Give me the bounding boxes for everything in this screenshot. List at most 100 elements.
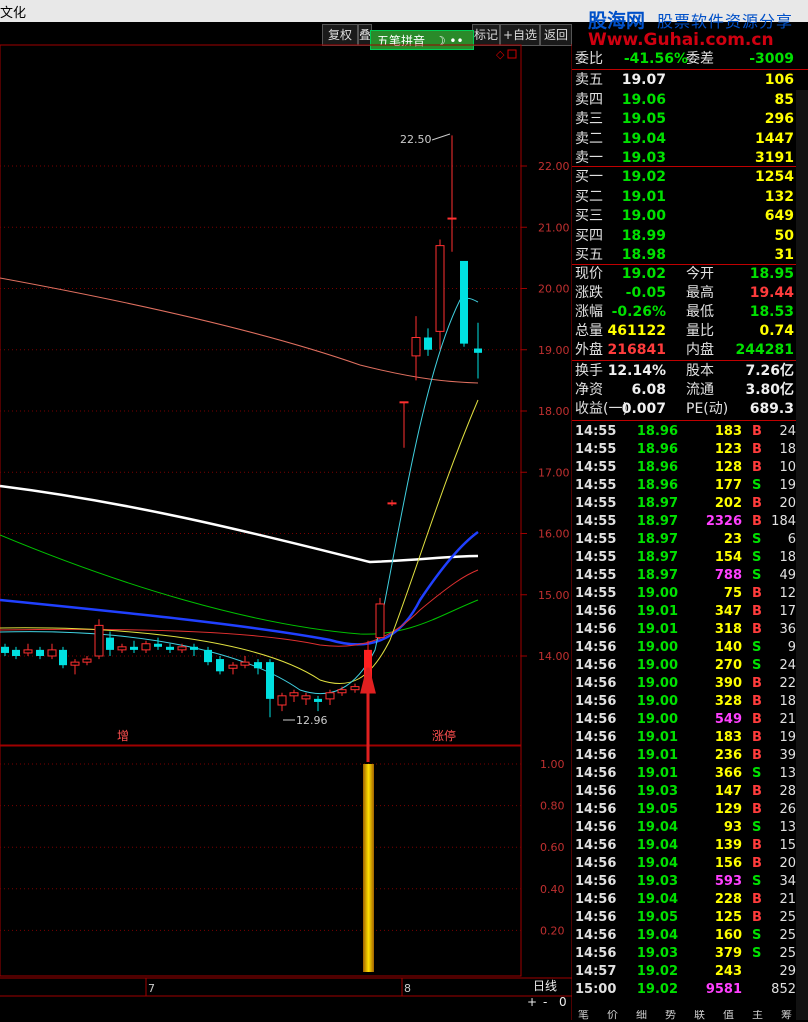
tick-row[interactable]: 14:56 19.01 236 B 39 — [572, 747, 808, 765]
fundamental-value: 6.08 — [631, 382, 666, 398]
tick-row[interactable]: 14:56 19.00 328 B 18 — [572, 693, 808, 711]
tick-row[interactable]: 14:55 18.96 177 S 19 — [572, 477, 808, 495]
tick-count: 39 — [779, 748, 796, 763]
ask-volume: 106 — [764, 72, 794, 88]
tick-row[interactable]: 14:56 19.01 183 B 19 — [572, 729, 808, 747]
tick-time: 14:56 — [575, 604, 617, 619]
event-label-limitup: 涨停 — [432, 728, 456, 743]
ma-10-line — [0, 399, 479, 685]
bid-volume: 649 — [764, 208, 794, 224]
tick-row[interactable]: 14:55 18.96 128 B 10 — [572, 459, 808, 477]
tick-time: 14:57 — [575, 964, 617, 979]
tick-time: 14:56 — [575, 838, 617, 853]
x-label-8: 8 — [404, 982, 411, 995]
tick-row[interactable]: 14:56 19.04 139 B 15 — [572, 837, 808, 855]
bid-price: 18.98 — [621, 247, 666, 263]
tick-row[interactable]: 14:56 19.03 147 B 28 — [572, 783, 808, 801]
tick-row[interactable]: 14:55 19.00 75 B 12 — [572, 585, 808, 603]
bid-label: 买二 — [575, 188, 603, 205]
tick-side: B — [752, 784, 762, 799]
tick-row[interactable]: 14:55 18.97 788 S 49 — [572, 567, 808, 585]
zoom-out-button[interactable]: - — [543, 995, 547, 1009]
tick-row[interactable]: 14:55 18.96 123 B 18 — [572, 441, 808, 459]
quote-label: 涨跌 — [575, 285, 603, 301]
mark-button[interactable]: 标记 — [472, 24, 500, 46]
tick-row[interactable]: 14:56 19.05 129 B 26 — [572, 801, 808, 819]
candle-body — [337, 689, 347, 694]
tick-row[interactable]: 14:55 18.97 2326 B 184 — [572, 513, 808, 531]
tick-volume: 154 — [714, 550, 742, 565]
bid-row[interactable]: 买二 19.01 132 — [572, 188, 808, 207]
ask-row[interactable]: 卖四 19.06 85 — [572, 91, 808, 110]
candle-body — [350, 686, 360, 691]
tick-row[interactable]: 14:55 18.96 183 B 24 — [572, 423, 808, 441]
ask-price: 19.04 — [621, 130, 666, 147]
zoom-in-button[interactable]: + — [527, 995, 537, 1009]
bid-row[interactable]: 买四 18.99 50 — [572, 227, 808, 246]
ask-row[interactable]: 卖二 19.04 1447 — [572, 130, 808, 149]
right-scroll-edge[interactable] — [796, 90, 808, 1020]
tick-row[interactable]: 14:56 19.00 270 S 24 — [572, 657, 808, 675]
tick-row[interactable]: 14:56 19.04 156 B 20 — [572, 855, 808, 873]
tick-row[interactable]: 14:56 19.01 366 S 13 — [572, 765, 808, 783]
price-axis-label: 14.00 — [538, 650, 570, 663]
tick-row[interactable]: 14:57 19.02 243 29 — [572, 963, 808, 981]
ask-row[interactable]: 卖三 19.05 296 — [572, 110, 808, 129]
tick-side: S — [752, 820, 762, 835]
tick-time: 14:56 — [575, 676, 617, 691]
tick-count: 18 — [779, 694, 796, 709]
bottom-tabs[interactable]: 笔价细势联值主筹 — [572, 1010, 808, 1022]
ask-volume: 296 — [764, 111, 794, 127]
tick-row[interactable]: 14:56 19.01 347 B 17 — [572, 603, 808, 621]
bid-row[interactable]: 买五 18.98 31 — [572, 246, 808, 265]
tick-row[interactable]: 14:56 19.05 125 B 25 — [572, 909, 808, 927]
tick-row[interactable]: 14:56 19.00 140 S 9 — [572, 639, 808, 657]
watermark-slogan: 股票软件资源分享 — [657, 12, 794, 31]
zoom-reset-button[interactable]: 0 — [559, 995, 567, 1009]
tick-price: 18.97 — [636, 496, 678, 511]
tick-row[interactable]: 14:55 18.97 154 S 18 — [572, 549, 808, 567]
tick-row[interactable]: 14:56 19.03 593 S 34 — [572, 873, 808, 891]
add-favorite-button[interactable]: +自选 — [500, 24, 540, 46]
tick-side: B — [752, 802, 762, 817]
tick-row[interactable]: 14:56 19.04 93 S 13 — [572, 819, 808, 837]
tick-row[interactable]: 14:56 19.03 379 S 25 — [572, 945, 808, 963]
kline-chart[interactable]: ◇ 22.00 21.00 20.00 19.00 18.00 17.00 16.00 15.… — [0, 44, 572, 1020]
candle-body — [240, 661, 250, 666]
tick-row[interactable]: 15:00 19.02 9581 852 — [572, 981, 808, 999]
candle-body — [460, 260, 468, 344]
bottom-tab[interactable]: 联 — [694, 1010, 705, 1020]
tick-row[interactable]: 14:56 19.01 318 B 36 — [572, 621, 808, 639]
separator — [572, 69, 808, 70]
bottom-tab[interactable]: 价 — [607, 1010, 618, 1020]
bid-row[interactable]: 买一 19.02 1254 — [572, 168, 808, 187]
tick-volume: 125 — [714, 910, 742, 925]
bottom-tab[interactable]: 筹 — [781, 1010, 792, 1020]
fuquan-button[interactable]: 复权 — [322, 24, 358, 46]
tick-time: 14:56 — [575, 622, 617, 637]
bottom-tab[interactable]: 势 — [665, 1010, 676, 1020]
watermark-url: Www.Guhai.com.cn — [588, 30, 774, 50]
bid-row[interactable]: 买三 19.00 649 — [572, 207, 808, 226]
bottom-tab[interactable]: 值 — [723, 1010, 734, 1020]
tick-side: B — [752, 676, 762, 691]
tick-volume: 366 — [714, 766, 742, 781]
tick-row[interactable]: 14:56 19.00 390 B 22 — [572, 675, 808, 693]
back-button[interactable]: 返回 — [540, 24, 572, 46]
tick-side: B — [752, 442, 762, 457]
fundamental-value-2: 7.26亿 — [745, 363, 794, 379]
tick-row[interactable]: 14:56 19.04 160 S 25 — [572, 927, 808, 945]
ask-row[interactable]: 卖五 19.07 106 — [572, 71, 808, 90]
bottom-tab[interactable]: 细 — [636, 1010, 647, 1020]
bottom-tab[interactable]: 主 — [752, 1010, 763, 1020]
tick-row[interactable]: 14:56 19.04 228 B 21 — [572, 891, 808, 909]
tick-row[interactable]: 14:56 19.00 549 B 21 — [572, 711, 808, 729]
tick-row[interactable]: 14:55 18.97 202 B 20 — [572, 495, 808, 513]
price-axis-label: 19.00 — [538, 344, 570, 357]
quote-label: 外盘 — [575, 342, 603, 358]
quote-row: 现价 19.02 今开 18.95 — [572, 265, 808, 284]
tick-row[interactable]: 14:55 18.97 23 S 6 — [572, 531, 808, 549]
quote-value-2: 19.44 — [749, 285, 794, 301]
candle-body — [411, 337, 421, 357]
bottom-tab[interactable]: 笔 — [578, 1010, 589, 1020]
